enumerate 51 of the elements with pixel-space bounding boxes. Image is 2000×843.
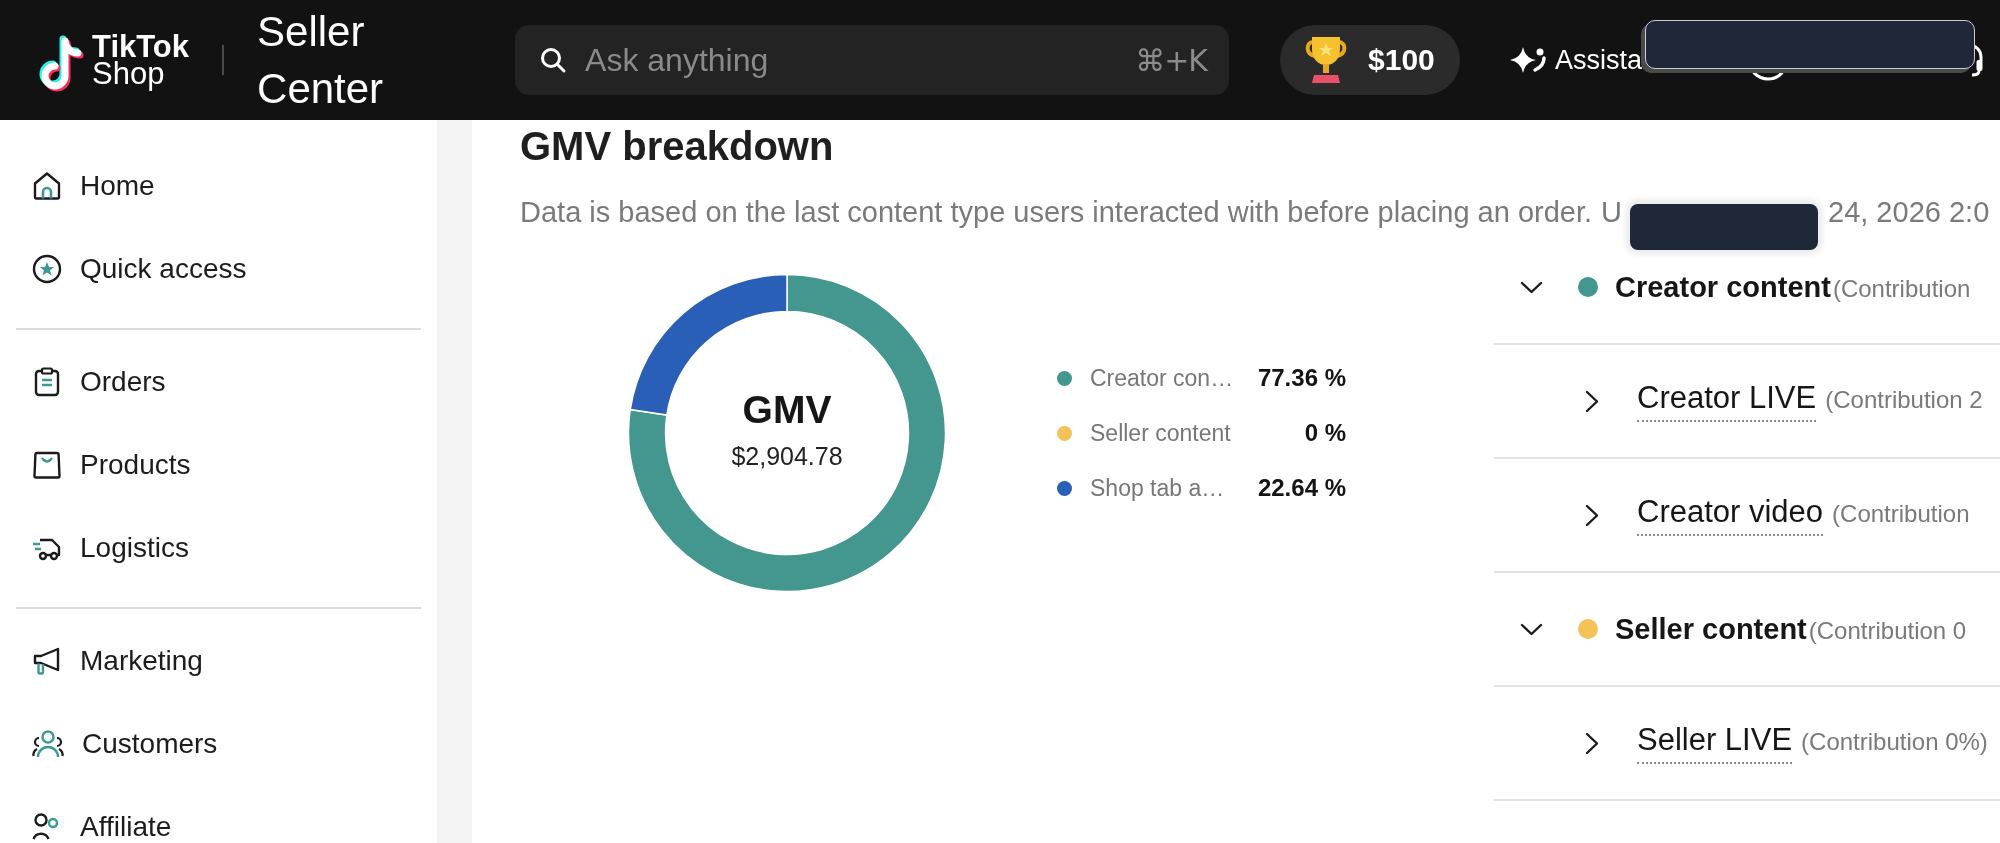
nav-item[interactable]: Marketing: [0, 619, 437, 702]
megaphone-icon: [32, 645, 62, 676]
legend-value: 77.36 %: [1256, 364, 1346, 392]
nav-item[interactable]: Logistics: [0, 506, 437, 589]
people-icon: [32, 728, 64, 759]
nav-item[interactable]: Orders: [0, 340, 437, 423]
chevron-down-icon[interactable]: [1521, 281, 1542, 293]
contribution-text: (Contribution 0%): [1801, 728, 1988, 756]
contribution-text: (Contribution 2: [1825, 386, 1983, 414]
shortcut-hint: ⌘+K: [1135, 42, 1208, 78]
star-circle-icon: [32, 253, 62, 284]
metric-name: Seller LIVE: [1637, 722, 1793, 764]
chevron-down-icon[interactable]: [1521, 623, 1542, 635]
update-time-text: U: [1601, 195, 1622, 229]
category-name: Seller content: [1615, 612, 1807, 646]
total-value: $2,904.78: [731, 440, 843, 471]
metric-name: Creator video: [1637, 494, 1824, 536]
legend-label: Shop tab a…: [1090, 474, 1226, 502]
logo-text: TikTok: [92, 33, 190, 60]
section-title: GMV breakdown: [520, 123, 835, 170]
search-input[interactable]: Ask anything: [585, 41, 1117, 79]
contribution-text: (Contribution: [1832, 274, 1971, 303]
legend-value: 22.64 %: [1256, 474, 1346, 502]
reward-button[interactable]: $100: [1280, 25, 1461, 95]
assistant-button[interactable]: Assista: [1509, 44, 1643, 76]
chart-center-label: GMV: [742, 387, 832, 432]
search-icon: [540, 47, 567, 73]
legend-label: Seller content: [1090, 419, 1232, 447]
chevron-right-icon[interactable]: [1586, 390, 1598, 412]
nav-item[interactable]: Quick access: [0, 227, 437, 310]
update-time-text: 24, 2026 2:0: [1828, 195, 1990, 229]
nav-item[interactable]: Customers: [0, 702, 437, 785]
app-title: Seller Center: [257, 7, 385, 114]
chevron-right-icon[interactable]: [1586, 504, 1598, 526]
contribution-text: (Contribution 0: [1808, 616, 1967, 645]
contribution-text: (Contribution: [1832, 500, 1970, 528]
nav-item[interactable]: Affiliate: [0, 785, 437, 843]
chevron-right-icon[interactable]: [1586, 732, 1598, 754]
clipboard-icon: [32, 366, 62, 397]
description-text: Data is based on the last content type users interacted with before placing an order.: [520, 195, 1593, 229]
sparkle-icon: [1509, 46, 1548, 74]
nav-item[interactable]: Products: [0, 423, 437, 506]
legend-label: Creator con…: [1090, 364, 1235, 392]
bag-icon: [32, 449, 62, 480]
search-field[interactable]: Ask anything ⌘+K: [515, 25, 1230, 95]
nav-item[interactable]: Home: [0, 144, 437, 227]
legend-value: 0 %: [1303, 419, 1346, 447]
metric-name: Creator LIVE: [1637, 380, 1817, 422]
trophy-icon: [1304, 34, 1349, 86]
house-icon: [32, 170, 62, 201]
category-name: Creator content: [1615, 270, 1831, 304]
